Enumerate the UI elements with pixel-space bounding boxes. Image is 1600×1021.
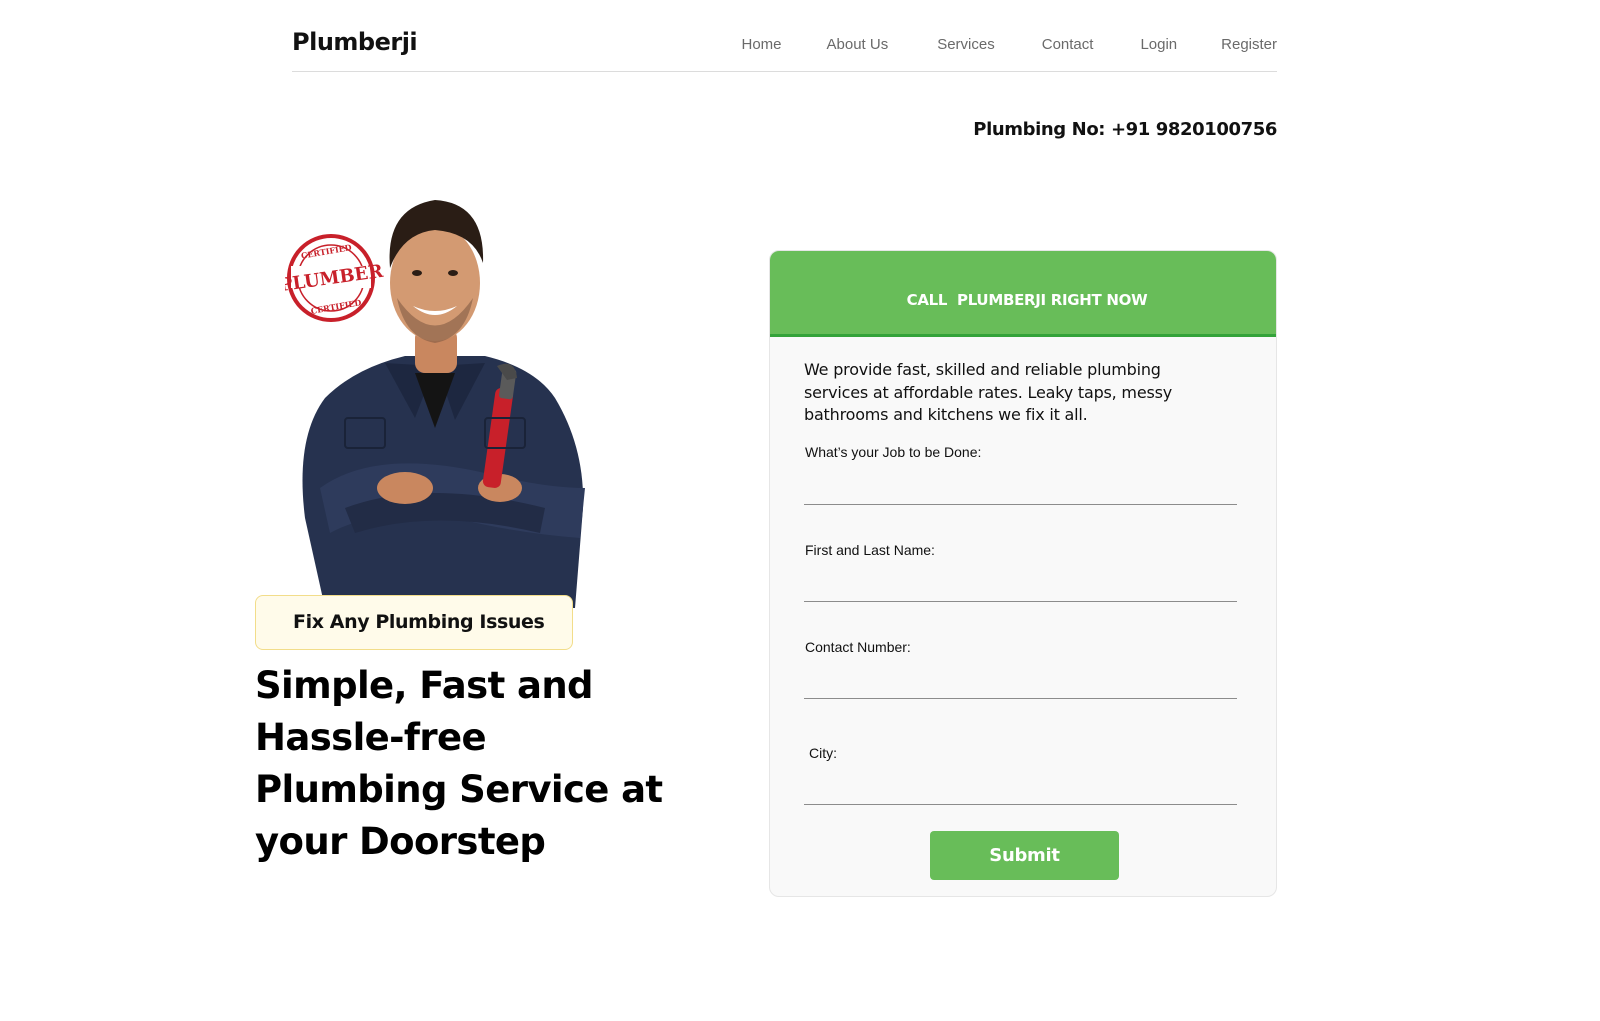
form-header-title: CALL PLUMBERJI RIGHT NOW bbox=[906, 291, 1148, 309]
service-request-form: CALL PLUMBERJI RIGHT NOW We provide fast… bbox=[769, 250, 1277, 897]
certified-stamp-icon: PLUMBER CERTIFIED CERTIFIED bbox=[285, 234, 385, 322]
nav-register[interactable]: Register bbox=[1221, 36, 1277, 53]
plumbing-phone-number: Plumbing No: +91 9820100756 bbox=[973, 119, 1277, 140]
plumber-hero-image: PLUMBER CERTIFIED CERTIFIED bbox=[285, 200, 585, 608]
main-nav: Home About Us Services Contact Login Reg… bbox=[741, 36, 1277, 53]
full-name-input[interactable] bbox=[804, 580, 1237, 602]
fix-issues-badge: Fix Any Plumbing Issues bbox=[255, 595, 573, 650]
name-field-label: First and Last Name: bbox=[805, 542, 935, 558]
site-header: Plumberji Home About Us Services Contact… bbox=[292, 24, 1277, 72]
nav-login[interactable]: Login bbox=[1140, 36, 1177, 53]
job-description-input[interactable] bbox=[804, 483, 1237, 505]
site-logo[interactable]: Plumberji bbox=[292, 28, 418, 56]
nav-services[interactable]: Services bbox=[937, 36, 995, 53]
nav-contact[interactable]: Contact bbox=[1042, 36, 1094, 53]
city-field-label: City: bbox=[809, 745, 837, 761]
submit-button[interactable]: Submit bbox=[930, 831, 1119, 880]
fix-issues-badge-label: Fix Any Plumbing Issues bbox=[293, 611, 545, 633]
hero-headline: Simple, Fast and Hassle-free Plumbing Se… bbox=[255, 664, 663, 863]
contact-number-input[interactable] bbox=[804, 677, 1237, 699]
city-input[interactable] bbox=[804, 783, 1237, 805]
nav-about-us[interactable]: About Us bbox=[827, 36, 889, 53]
job-field-label: What’s your Job to be Done: bbox=[805, 444, 982, 460]
form-description: We provide fast, skilled and reliable pl… bbox=[804, 360, 1172, 424]
nav-home[interactable]: Home bbox=[741, 36, 781, 53]
contact-field-label: Contact Number: bbox=[805, 639, 911, 655]
form-header: CALL PLUMBERJI RIGHT NOW bbox=[770, 251, 1276, 337]
